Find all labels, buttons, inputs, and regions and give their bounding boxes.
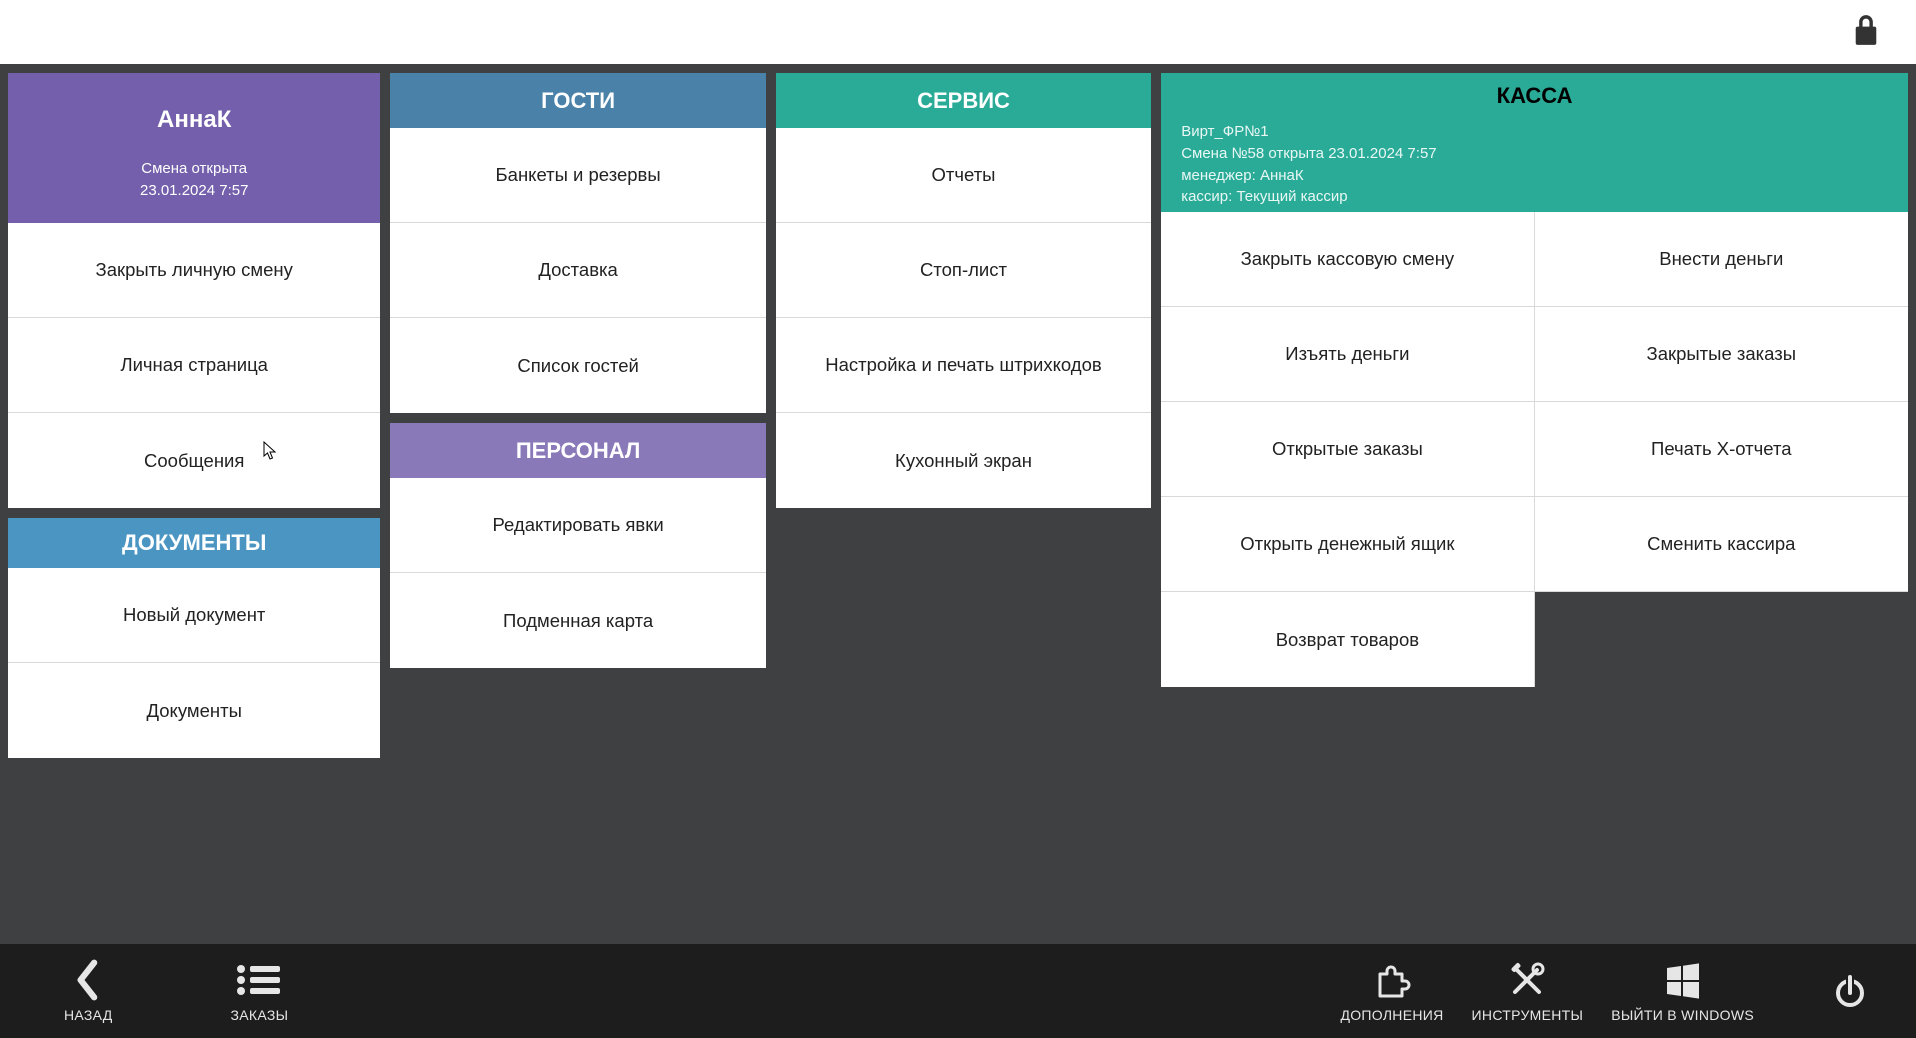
guest-list-button[interactable]: Список гостей (390, 318, 765, 413)
service-panel-header: СЕРВИС (776, 73, 1151, 128)
addons-button[interactable]: ДОПОЛНЕНИЯ (1326, 959, 1457, 1023)
back-button[interactable]: НАЗАД (50, 959, 127, 1023)
exit-windows-button[interactable]: ВЫЙТИ В WINDOWS (1597, 959, 1768, 1023)
orders-label: ЗАКАЗЫ (231, 1007, 289, 1023)
stop-list-button[interactable]: Стоп-лист (776, 223, 1151, 318)
orders-button[interactable]: ЗАКАЗЫ (217, 959, 303, 1023)
list-icon (235, 959, 283, 1001)
return-goods-button[interactable]: Возврат товаров (1161, 592, 1534, 687)
guests-panel-header: ГОСТИ (390, 73, 765, 128)
kassa-panel-header: КАССА Вирт_ФР№1 Смена №58 открыта 23.01.… (1161, 73, 1908, 212)
staff-panel-header: ПЕРСОНАЛ (390, 423, 765, 478)
kassa-manager: менеджер: АннаК (1181, 165, 1888, 187)
barcode-setup-button[interactable]: Настройка и печать штрихкодов (776, 318, 1151, 413)
banquets-button[interactable]: Банкеты и резервы (390, 128, 765, 223)
lock-icon[interactable] (1852, 14, 1880, 51)
power-button[interactable] (1818, 970, 1882, 1012)
edit-attendance-button[interactable]: Редактировать явки (390, 478, 765, 573)
tools-button[interactable]: ИНСТРУМЕНТЫ (1458, 959, 1598, 1023)
change-cashier-button[interactable]: Сменить кассира (1535, 497, 1908, 592)
open-cash-drawer-button[interactable]: Открыть денежный ящик (1161, 497, 1534, 592)
open-orders-button[interactable]: Открытые заказы (1161, 402, 1534, 497)
addons-label: ДОПОЛНЕНИЯ (1340, 1007, 1443, 1023)
personal-page-button[interactable]: Личная страница (8, 318, 380, 413)
kitchen-screen-button[interactable]: Кухонный экран (776, 413, 1151, 508)
power-icon (1832, 970, 1868, 1012)
delivery-button[interactable]: Доставка (390, 223, 765, 318)
footer: НАЗАД ЗАКАЗЫ ДОПОЛНЕНИЯ (0, 944, 1916, 1038)
user-shift-time: 23.01.2024 7:57 (140, 180, 248, 202)
documents-panel-header: ДОКУМЕНТЫ (8, 518, 380, 568)
messages-button[interactable]: Сообщения (8, 413, 380, 508)
puzzle-icon (1372, 959, 1412, 1001)
new-document-button[interactable]: Новый документ (8, 568, 380, 663)
exit-label: ВЫЙТИ В WINDOWS (1611, 1007, 1754, 1023)
close-personal-shift-button[interactable]: Закрыть личную смену (8, 223, 380, 318)
kassa-fr: Вирт_ФР№1 (1181, 121, 1888, 143)
print-x-report-button[interactable]: Печать X-отчета (1535, 402, 1908, 497)
reports-button[interactable]: Отчеты (776, 128, 1151, 223)
work-area: АннаК Смена открыта 23.01.2024 7:57 Закр… (0, 64, 1916, 944)
chevron-left-icon (73, 959, 103, 1001)
top-bar (0, 0, 1916, 64)
withdraw-cash-button[interactable]: Изъять деньги (1161, 307, 1534, 402)
tools-label: ИНСТРУМЕНТЫ (1472, 1007, 1584, 1023)
user-shift-status: Смена открыта (141, 158, 247, 180)
user-panel-header: АннаК Смена открыта 23.01.2024 7:57 (8, 73, 380, 223)
kassa-shift: Смена №58 открыта 23.01.2024 7:57 (1181, 143, 1888, 165)
substitute-card-button[interactable]: Подменная карта (390, 573, 765, 668)
tools-icon (1507, 959, 1547, 1001)
closed-orders-button[interactable]: Закрытые заказы (1535, 307, 1908, 402)
back-label: НАЗАД (64, 1007, 113, 1023)
deposit-cash-button[interactable]: Внести деньги (1535, 212, 1908, 307)
close-cash-shift-button[interactable]: Закрыть кассовую смену (1161, 212, 1534, 307)
kassa-cashier: кассир: Текущий кассир (1181, 186, 1888, 208)
kassa-title: КАССА (1181, 83, 1888, 109)
windows-icon (1663, 959, 1703, 1001)
documents-button[interactable]: Документы (8, 663, 380, 758)
user-name: АннаК (157, 106, 231, 134)
